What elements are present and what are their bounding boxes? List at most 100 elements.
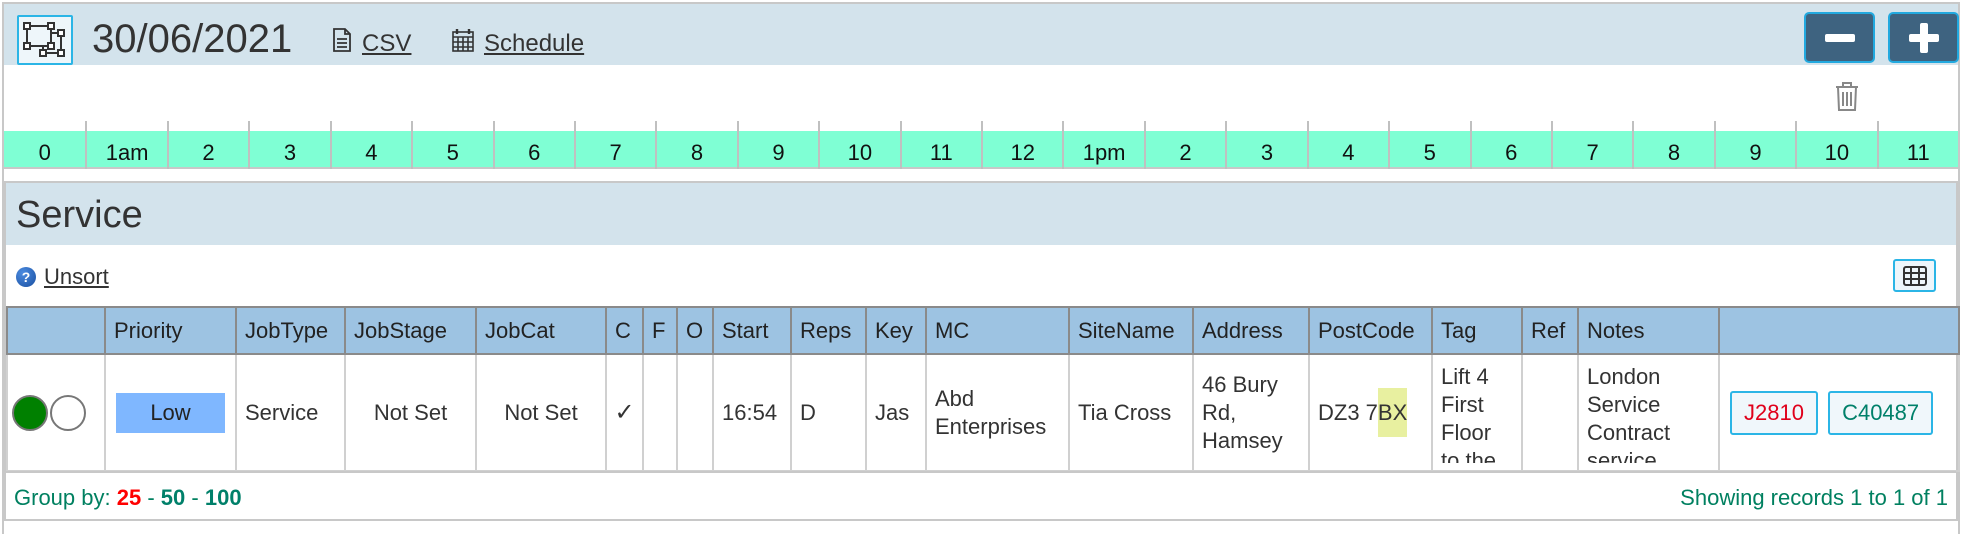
- plus-icon: [1908, 22, 1939, 53]
- minus-icon: [1824, 33, 1855, 42]
- section-title: Service: [16, 194, 143, 236]
- timeline-hour: 2: [1143, 121, 1225, 169]
- timeline-hour: 11: [899, 121, 981, 169]
- notes-cell: London Service Contract service: [1577, 354, 1720, 472]
- reps-cell[interactable]: D: [790, 354, 867, 472]
- timeline-hour: 4: [1306, 121, 1388, 169]
- col-header-postcode[interactable]: PostCode: [1308, 306, 1433, 355]
- service-section: Service ? Unsort Priority JobType JobSta…: [4, 181, 1960, 521]
- col-header-jobtype[interactable]: JobType: [235, 306, 346, 355]
- col-header-actions: [1718, 306, 1960, 355]
- col-header-c[interactable]: C: [605, 306, 644, 355]
- sitename-cell: Tia Cross: [1068, 354, 1194, 472]
- timeline-hour: 3: [248, 121, 329, 169]
- ref-cell: [1521, 354, 1579, 472]
- jobtype-cell: Service: [235, 354, 346, 472]
- table-row[interactable]: Low Service Not Set Not Set ✓ 16:54 D Ja…: [6, 354, 1960, 472]
- status-cell: [6, 354, 106, 472]
- table-icon: [1902, 265, 1927, 286]
- timeline-hour: 9: [1713, 121, 1795, 169]
- timeline-hour: 4: [329, 121, 411, 169]
- col-header-mc[interactable]: MC: [925, 306, 1070, 355]
- col-header-f[interactable]: F: [642, 306, 678, 355]
- jobs-table: Priority JobType JobStage JobCat C F O S…: [6, 306, 1960, 472]
- tag-cell: Lift 4 First Floor to the: [1431, 354, 1523, 472]
- timeline-hour: 1am: [85, 121, 166, 169]
- jobstage-cell: Not Set: [344, 354, 477, 472]
- timeline-hour: 1pm: [1062, 121, 1143, 169]
- actions-cell: J2810 C40487: [1718, 354, 1960, 472]
- timeline-hour: 3: [1225, 121, 1306, 169]
- col-header-key[interactable]: Key: [865, 306, 927, 355]
- postcode-part: DZ3 7: [1318, 399, 1378, 425]
- timeline-hour: 7: [573, 121, 655, 169]
- priority-cell: Low: [104, 354, 237, 472]
- zoom-in-button[interactable]: [1888, 12, 1959, 63]
- section-header: Service: [6, 181, 1956, 245]
- group-by: Group by: 25 - 50 - 100: [14, 485, 242, 511]
- contract-id-button[interactable]: C40487: [1828, 390, 1934, 435]
- timeline-hour: 11: [1876, 121, 1958, 169]
- timeline-hour: 10: [818, 121, 899, 169]
- timeline-hour: 5: [1388, 121, 1469, 169]
- group-by-25[interactable]: 25: [117, 485, 141, 510]
- address-cell: 46 Bury Rd, Hamsey: [1192, 354, 1310, 472]
- timeline-hour: 2: [166, 121, 248, 169]
- col-header-reps[interactable]: Reps: [790, 306, 867, 355]
- col-header-o[interactable]: O: [676, 306, 714, 355]
- schedule-link[interactable]: Schedule: [452, 28, 584, 60]
- job-id-button[interactable]: J2810: [1730, 390, 1818, 435]
- key-cell: Jas: [865, 354, 927, 472]
- table-view-button[interactable]: [1893, 259, 1936, 292]
- jobcat-cell: Not Set: [475, 354, 607, 472]
- group-by-100[interactable]: 100: [205, 485, 242, 510]
- col-header-sitename[interactable]: SiteName: [1068, 306, 1194, 355]
- f-cell: [642, 354, 678, 472]
- selection-layout-icon[interactable]: [17, 15, 73, 65]
- col-header-status[interactable]: [6, 306, 106, 355]
- zoom-out-button[interactable]: [1804, 12, 1875, 63]
- table-header-row: Priority JobType JobStage JobCat C F O S…: [6, 306, 1960, 355]
- table-footer: Group by: 25 - 50 - 100 Showing records …: [6, 471, 1956, 517]
- schedule-label: Schedule: [484, 30, 585, 57]
- priority-badge: Low: [116, 392, 225, 433]
- group-separator: -: [147, 485, 155, 510]
- group-by-label: Group by:: [14, 485, 111, 510]
- csv-link[interactable]: CSV: [332, 28, 411, 60]
- postcode-cell: DZ3 7BX: [1308, 354, 1433, 472]
- col-header-tag[interactable]: Tag: [1431, 306, 1523, 355]
- records-count: Showing records 1 to 1 of 1: [1680, 485, 1948, 510]
- timeline-hour: 7: [1550, 121, 1632, 169]
- tag-text: Lift 4 First Floor to the: [1441, 363, 1497, 463]
- col-header-jobstage[interactable]: JobStage: [344, 306, 477, 355]
- col-header-start[interactable]: Start: [712, 306, 792, 355]
- trash-icon[interactable]: [1832, 80, 1862, 112]
- timeline-hour: 6: [1469, 121, 1551, 169]
- timeline-hour: 8: [1632, 121, 1713, 169]
- timeline-hour: 5: [411, 121, 492, 169]
- timeline-hour: 6: [492, 121, 574, 169]
- c-cell: ✓: [605, 354, 644, 472]
- postcode-highlight: BX: [1377, 387, 1408, 437]
- top-header: 30/06/2021 CSV Schedule: [4, 4, 1959, 65]
- col-header-address[interactable]: Address: [1192, 306, 1310, 355]
- file-icon: [332, 28, 352, 60]
- unsort-label: Unsort: [44, 264, 109, 289]
- col-header-ref[interactable]: Ref: [1521, 306, 1579, 355]
- status-indicator-empty[interactable]: [50, 394, 86, 431]
- status-indicator-filled[interactable]: [12, 394, 48, 431]
- col-header-jobcat[interactable]: JobCat: [475, 306, 607, 355]
- csv-label: CSV: [362, 30, 412, 57]
- start-cell: 16:54: [712, 354, 792, 472]
- mc-cell: Abd Enterprises: [925, 354, 1070, 472]
- col-header-notes[interactable]: Notes: [1577, 306, 1720, 355]
- o-cell: [676, 354, 714, 472]
- col-header-priority[interactable]: Priority: [104, 306, 237, 355]
- unsort-link[interactable]: ? Unsort: [16, 264, 109, 290]
- help-icon[interactable]: ?: [16, 267, 36, 287]
- group-by-50[interactable]: 50: [161, 485, 185, 510]
- timeline-hour: 0: [38, 140, 51, 165]
- timeline-hour: 8: [655, 121, 736, 169]
- hour-timeline: 0 1am 2 3 4 5 6 7 8 9 10 11 12 1pm 2 3 4 5 6 7 8 9 10 11: [4, 121, 1958, 169]
- timeline-hour: 10: [1795, 121, 1876, 169]
